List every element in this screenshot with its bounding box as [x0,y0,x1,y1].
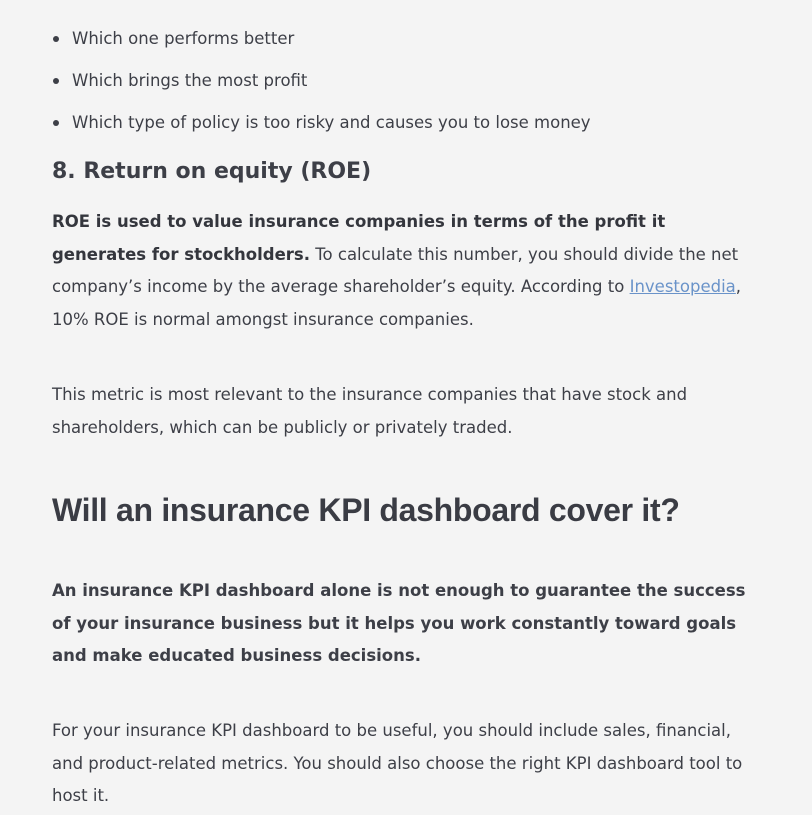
roe-paragraph: ROE is used to value insurance companies… [52,206,764,336]
investopedia-link[interactable]: Investopedia [630,277,736,296]
bullet-dot-icon [53,36,59,42]
list-item: Which type of policy is too risky and ca… [52,111,591,135]
list-item-text: Which type of policy is too risky and ca… [72,113,591,132]
main-heading: Will an insurance KPI dashboard cover it… [52,492,680,528]
metric-relevance-paragraph: This metric is most relevant to the insu… [52,385,688,437]
bullet-dot-icon [53,78,59,84]
bullet-list: Which one performs better Which brings t… [52,27,591,153]
dashboard-advice-paragraph: For your insurance KPI dashboard to be u… [52,721,743,805]
list-item-text: Which one performs better [72,29,295,48]
bullet-dot-icon [53,120,59,126]
list-item: Which one performs better [52,27,591,51]
section-heading: 8. Return on equity (ROE) [52,159,372,184]
list-item: Which brings the most profit [52,69,591,93]
dashboard-summary-paragraph: An insurance KPI dashboard alone is not … [52,581,746,665]
list-item-text: Which brings the most profit [72,71,308,90]
